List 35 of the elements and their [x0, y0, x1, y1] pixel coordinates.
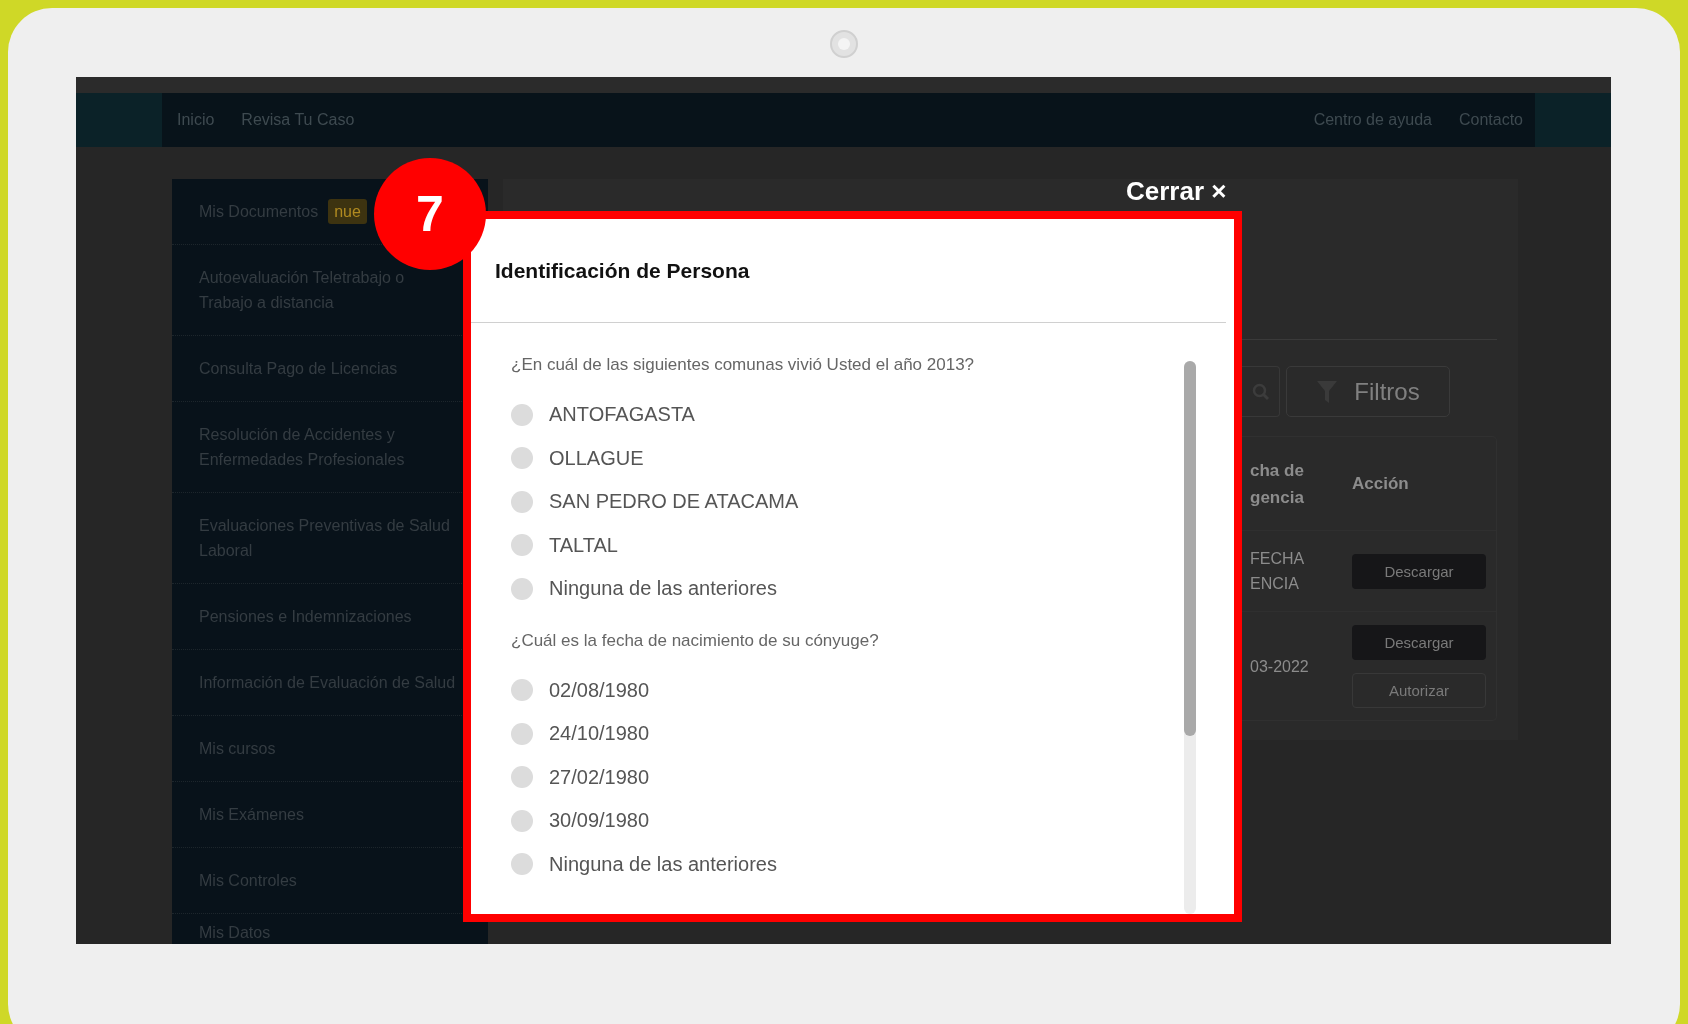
radio-button[interactable] — [511, 534, 533, 557]
option-label: Ninguna de las anteriores — [549, 577, 777, 601]
modal-title: Identificación de Persona — [495, 258, 750, 283]
radio-button[interactable] — [511, 809, 533, 832]
radio-button[interactable] — [511, 722, 533, 745]
table-cell-text: FECHA ENCIA — [1250, 549, 1305, 594]
table-cell-text: 03-2022 — [1250, 656, 1310, 677]
question-text: ¿Cuál es la fecha de nacimiento de su cónyuge? — [511, 629, 880, 652]
radio-button[interactable] — [511, 766, 533, 789]
question-text: ¿En cuál de las siguientes comunas vivió Usted el año 2013? — [511, 354, 976, 376]
radio-button[interactable] — [511, 403, 533, 426]
camera-icon — [830, 30, 858, 58]
option-label: TALTAL — [549, 533, 618, 557]
option-label: ANTOFAGASTA — [549, 403, 695, 427]
column-header: cha de gencia — [1250, 459, 1305, 509]
option-label: 02/08/1980 — [549, 678, 650, 702]
radio-button[interactable] — [511, 679, 533, 702]
option-label: SAN PEDRO DE ATACAMA — [549, 490, 799, 514]
radio-button[interactable] — [511, 577, 533, 600]
option-label: Ninguna de las anteriores — [549, 852, 777, 876]
radio-button[interactable] — [511, 447, 533, 470]
authorize-button[interactable]: Autorizar — [1352, 672, 1486, 708]
download-button[interactable]: Descargar — [1352, 553, 1486, 589]
new-badge: nue — [328, 199, 367, 224]
option-label: 27/02/1980 — [549, 765, 650, 789]
radio-button[interactable] — [511, 853, 533, 876]
option-label: 30/09/1980 — [549, 809, 650, 833]
radio-button[interactable] — [511, 490, 533, 513]
close-button[interactable]: Cerrar × — [1126, 176, 1227, 207]
scrollbar[interactable] — [1184, 361, 1196, 914]
option-label: OLLAGUE — [549, 446, 644, 470]
option-label: 24/10/1980 — [549, 722, 650, 746]
download-button[interactable]: Descargar — [1352, 624, 1486, 660]
column-header: Acción — [1352, 473, 1410, 495]
filter-button[interactable]: Filtros — [1286, 366, 1450, 417]
